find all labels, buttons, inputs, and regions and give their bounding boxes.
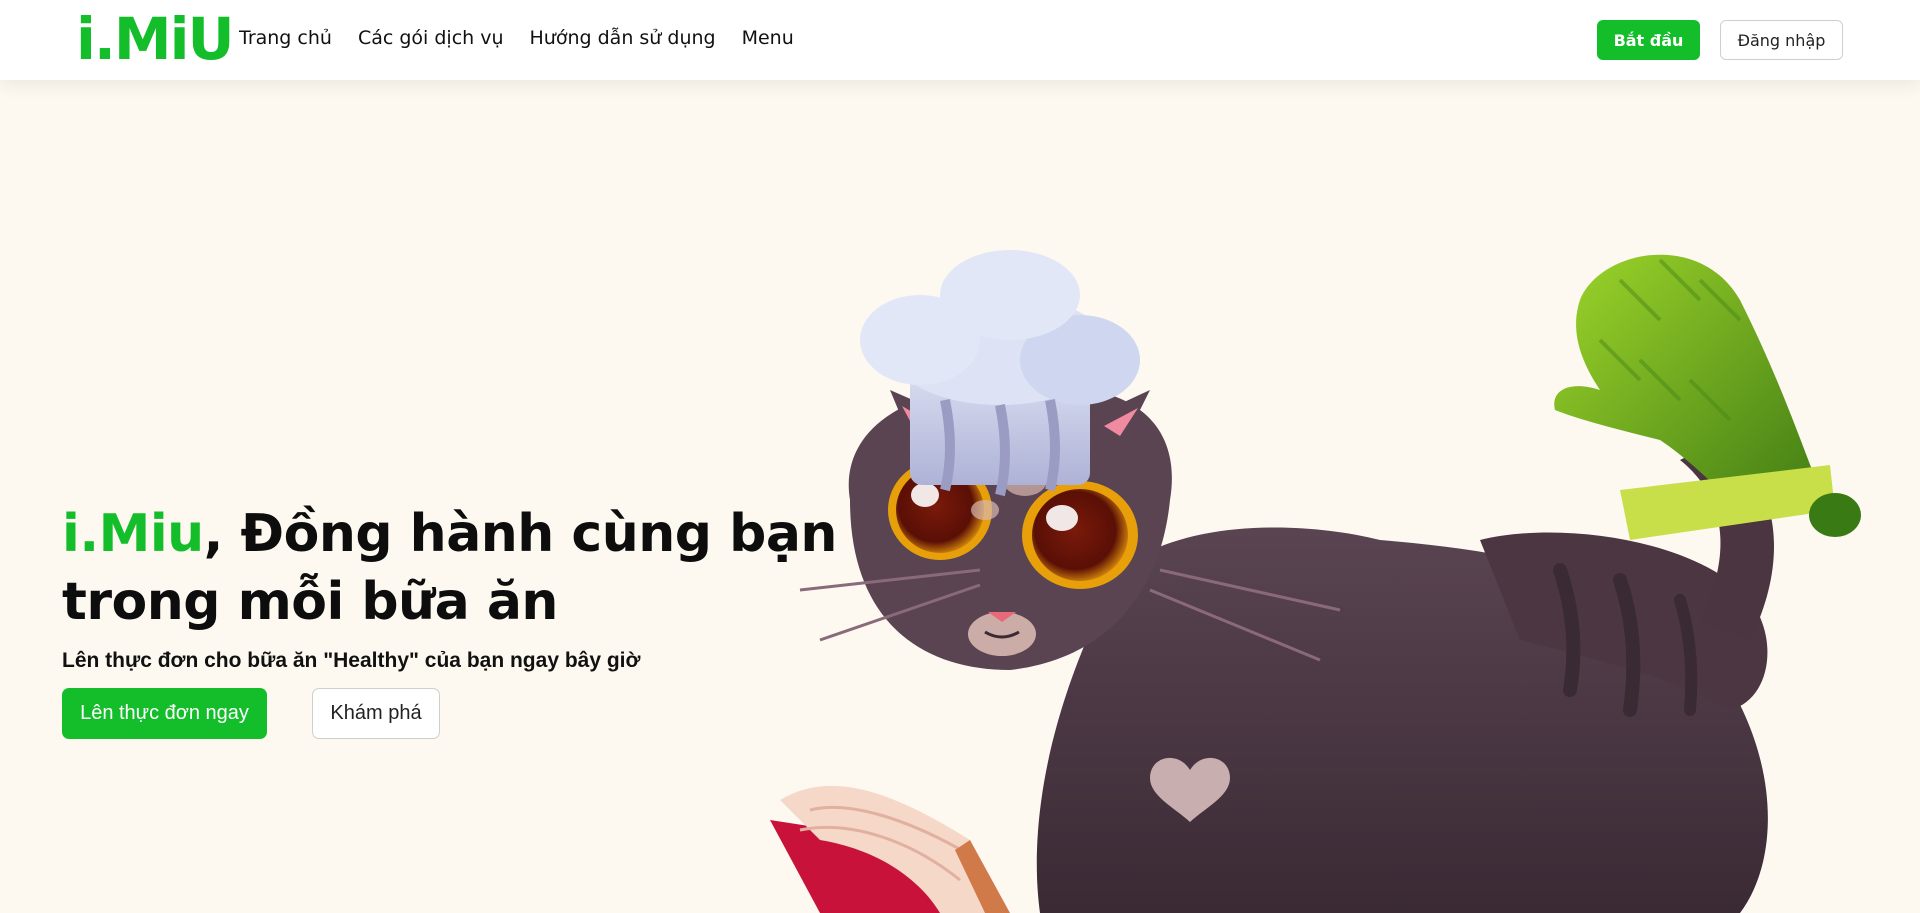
nav-link-service-packages[interactable]: Các gói dịch vụ	[358, 27, 504, 49]
nav-links: Trang chủ Các gói dịch vụ Hướng dẫn sử d…	[239, 27, 794, 49]
plan-menu-button[interactable]: Lên thực đơn ngay	[62, 688, 267, 739]
cat-chef-icon	[770, 250, 1861, 913]
explore-button[interactable]: Khám phá	[312, 688, 440, 739]
login-button[interactable]: Đăng nhập	[1720, 20, 1843, 60]
start-button[interactable]: Bắt đầu	[1597, 20, 1700, 60]
logo[interactable]: i.MiU	[76, 5, 235, 73]
recipe-book	[770, 785, 1010, 913]
logo-text: i.MiU	[76, 5, 235, 73]
navbar: i.MiU Trang chủ Các gói dịch vụ Hướng dẫ…	[0, 0, 1920, 80]
nav-link-home[interactable]: Trang chủ	[239, 27, 332, 49]
hero-subtitle: Lên thực đơn cho bữa ăn "Healthy" của bạ…	[62, 649, 641, 672]
nav-link-menu[interactable]: Menu	[742, 27, 794, 49]
nav-link-user-guide[interactable]: Hướng dẫn sử dụng	[530, 27, 716, 49]
oven-mitt	[1554, 254, 1861, 540]
hero-title-brand: i.Miu	[62, 504, 204, 564]
